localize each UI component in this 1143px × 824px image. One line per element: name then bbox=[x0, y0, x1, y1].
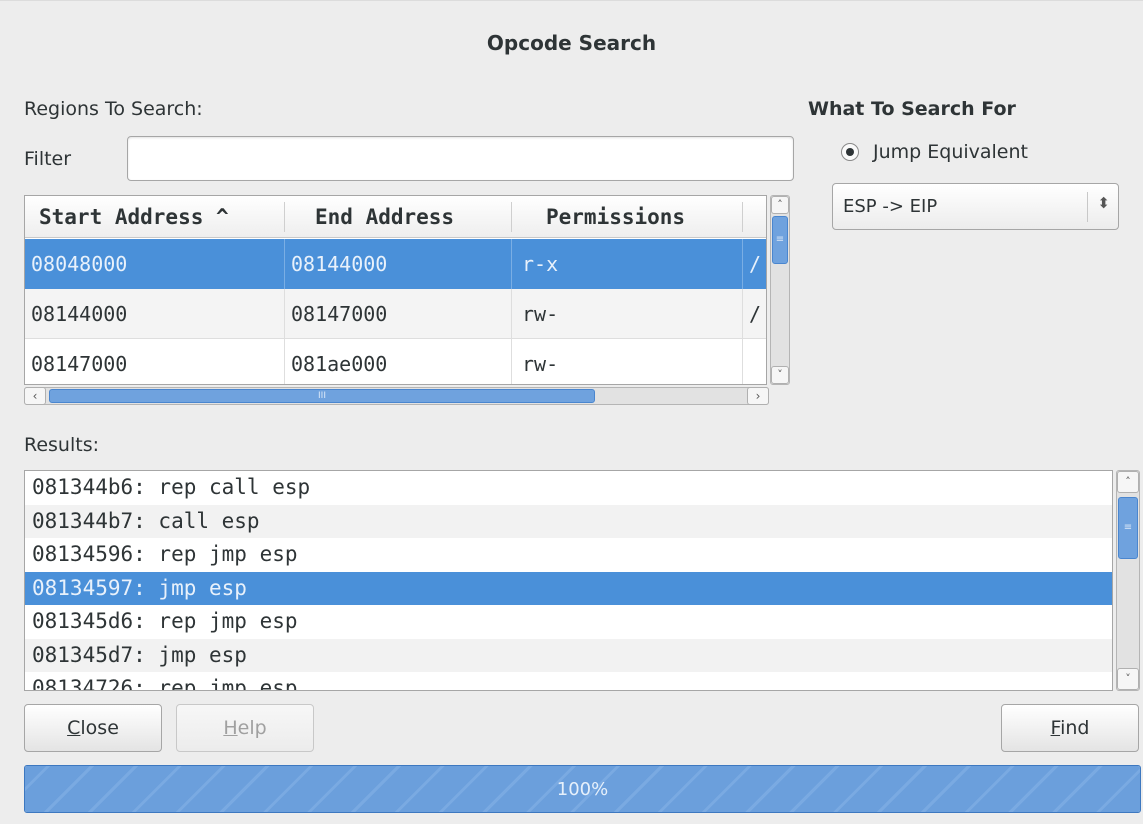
scroll-up-arrow-icon[interactable]: ˄ bbox=[1117, 471, 1139, 493]
scroll-thumb[interactable]: III bbox=[49, 389, 595, 403]
column-divider bbox=[511, 289, 512, 339]
updown-arrow-icon: ⬍ bbox=[1097, 194, 1110, 212]
start-address-cell: 08147000 bbox=[31, 352, 128, 376]
column-divider bbox=[511, 239, 512, 289]
search-for-heading: What To Search For bbox=[808, 98, 1016, 120]
column-header-start-address[interactable]: Start Address ^ bbox=[39, 196, 229, 238]
results-vertical-scrollbar[interactable]: ˄ ≡ ˅ bbox=[1116, 470, 1140, 691]
filter-label: Filter bbox=[24, 148, 72, 170]
jump-equivalent-label[interactable]: Jump Equivalent bbox=[873, 141, 1028, 163]
column-header-permissions[interactable]: Permissions bbox=[546, 196, 685, 238]
extra-cell: / bbox=[749, 252, 762, 276]
table-header: Start Address ^ End Address Permissions bbox=[25, 196, 766, 238]
end-address-cell: 081ae000 bbox=[291, 352, 388, 376]
progress-bar: 100% bbox=[24, 765, 1141, 813]
regions-table[interactable]: Start Address ^ End Address Permissions … bbox=[24, 195, 767, 385]
table-row[interactable]: 08144000 08147000 rw- / bbox=[25, 289, 766, 339]
start-address-cell: 08048000 bbox=[31, 252, 128, 276]
table-row[interactable]: 08048000 08144000 r-x / bbox=[25, 239, 766, 289]
scroll-right-arrow-icon[interactable]: › bbox=[747, 387, 769, 405]
column-divider bbox=[742, 202, 743, 232]
regions-vertical-scrollbar[interactable]: ˄ ≡ ˅ bbox=[770, 195, 790, 385]
regions-label: Regions To Search: bbox=[24, 98, 203, 120]
close-button[interactable]: Close bbox=[24, 704, 162, 752]
progress-label: 100% bbox=[556, 779, 609, 800]
column-divider bbox=[742, 339, 743, 384]
column-divider bbox=[511, 202, 512, 232]
end-address-cell: 08147000 bbox=[291, 302, 388, 326]
scroll-down-arrow-icon[interactable]: ˅ bbox=[1117, 668, 1139, 690]
column-divider bbox=[742, 239, 743, 289]
regions-horizontal-scrollbar[interactable]: ‹ III › bbox=[24, 387, 769, 405]
column-divider bbox=[284, 239, 285, 289]
list-item[interactable]: 08134726: rep jmp esp bbox=[25, 672, 1112, 690]
combo-divider bbox=[1087, 192, 1088, 222]
scroll-left-arrow-icon[interactable]: ‹ bbox=[24, 387, 46, 405]
results-label: Results: bbox=[24, 434, 100, 456]
search-type-combo[interactable]: ESP -> EIP ⬍ bbox=[832, 183, 1119, 230]
column-divider bbox=[284, 289, 285, 339]
results-list[interactable]: 081344b6: rep call esp 081344b7: call esp… bbox=[24, 470, 1113, 691]
scroll-up-arrow-icon[interactable]: ˄ bbox=[771, 196, 789, 214]
list-item[interactable]: 081344b6: rep call esp bbox=[25, 471, 1112, 505]
filter-input[interactable] bbox=[127, 136, 794, 181]
list-item[interactable]: 081345d7: jmp esp bbox=[25, 638, 1112, 672]
scroll-down-arrow-icon[interactable]: ˅ bbox=[771, 366, 789, 384]
permissions-cell: rw- bbox=[522, 302, 559, 326]
column-divider bbox=[284, 202, 285, 232]
column-divider bbox=[511, 339, 512, 384]
find-button[interactable]: Find bbox=[1001, 704, 1139, 752]
window-title: Opcode Search bbox=[486, 31, 657, 55]
help-button[interactable]: Help bbox=[176, 704, 314, 752]
table-row[interactable]: 08147000 081ae000 rw- bbox=[25, 339, 766, 384]
column-divider bbox=[742, 289, 743, 339]
list-item[interactable]: 081344b7: call esp bbox=[25, 504, 1112, 538]
end-address-cell: 08144000 bbox=[291, 252, 388, 276]
start-address-cell: 08144000 bbox=[31, 302, 128, 326]
extra-cell: / bbox=[749, 302, 762, 326]
list-item[interactable]: 08134597: jmp esp bbox=[25, 571, 1112, 605]
column-header-end-address[interactable]: End Address bbox=[315, 196, 454, 238]
title-bar: Opcode Search bbox=[0, 0, 1143, 88]
permissions-cell: r-x bbox=[522, 252, 559, 276]
column-divider bbox=[284, 339, 285, 384]
list-item[interactable]: 08134596: rep jmp esp bbox=[25, 538, 1112, 572]
list-item[interactable]: 081345d6: rep jmp esp bbox=[25, 605, 1112, 639]
scroll-thumb[interactable]: ≡ bbox=[1118, 497, 1138, 559]
scroll-thumb[interactable]: ≡ bbox=[772, 216, 788, 264]
jump-equivalent-radio[interactable] bbox=[841, 143, 859, 161]
combo-value: ESP -> EIP bbox=[843, 196, 938, 217]
permissions-cell: rw- bbox=[522, 352, 559, 376]
radio-checked-dot bbox=[846, 148, 854, 156]
